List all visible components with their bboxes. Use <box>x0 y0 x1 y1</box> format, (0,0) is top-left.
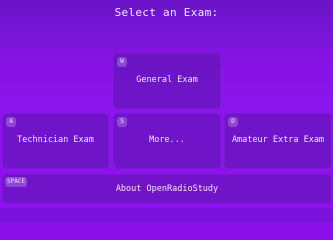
keyboard-shortcut-badge: W <box>117 57 127 67</box>
technician-exam-label: Technician Exam <box>17 135 94 145</box>
keyboard-shortcut-badge: D <box>228 117 238 127</box>
more-exams-button[interactable]: S More... <box>113 113 221 169</box>
amateur-extra-exam-label: Amateur Extra Exam <box>231 135 325 145</box>
header-bar: Select an Exam: <box>0 0 333 48</box>
about-label: About OpenRadioStudy <box>115 184 219 194</box>
technician-exam-button[interactable]: A Technician Exam <box>2 113 109 169</box>
keyboard-shortcut-badge: S <box>117 117 127 127</box>
more-exams-label: More... <box>149 135 185 145</box>
keyboard-shortcut-badge: A <box>6 117 16 127</box>
general-exam-button[interactable]: W General Exam <box>113 53 221 109</box>
about-button[interactable]: SPACE About OpenRadioStudy <box>2 174 332 204</box>
general-exam-label: General Exam <box>136 75 198 85</box>
amateur-extra-exam-button[interactable]: D Amateur Extra Exam <box>224 113 332 169</box>
bottom-strip <box>0 208 333 222</box>
page-title: Select an Exam: <box>114 6 219 19</box>
app-screen: Select an Exam: W General Exam A Technic… <box>0 0 333 222</box>
